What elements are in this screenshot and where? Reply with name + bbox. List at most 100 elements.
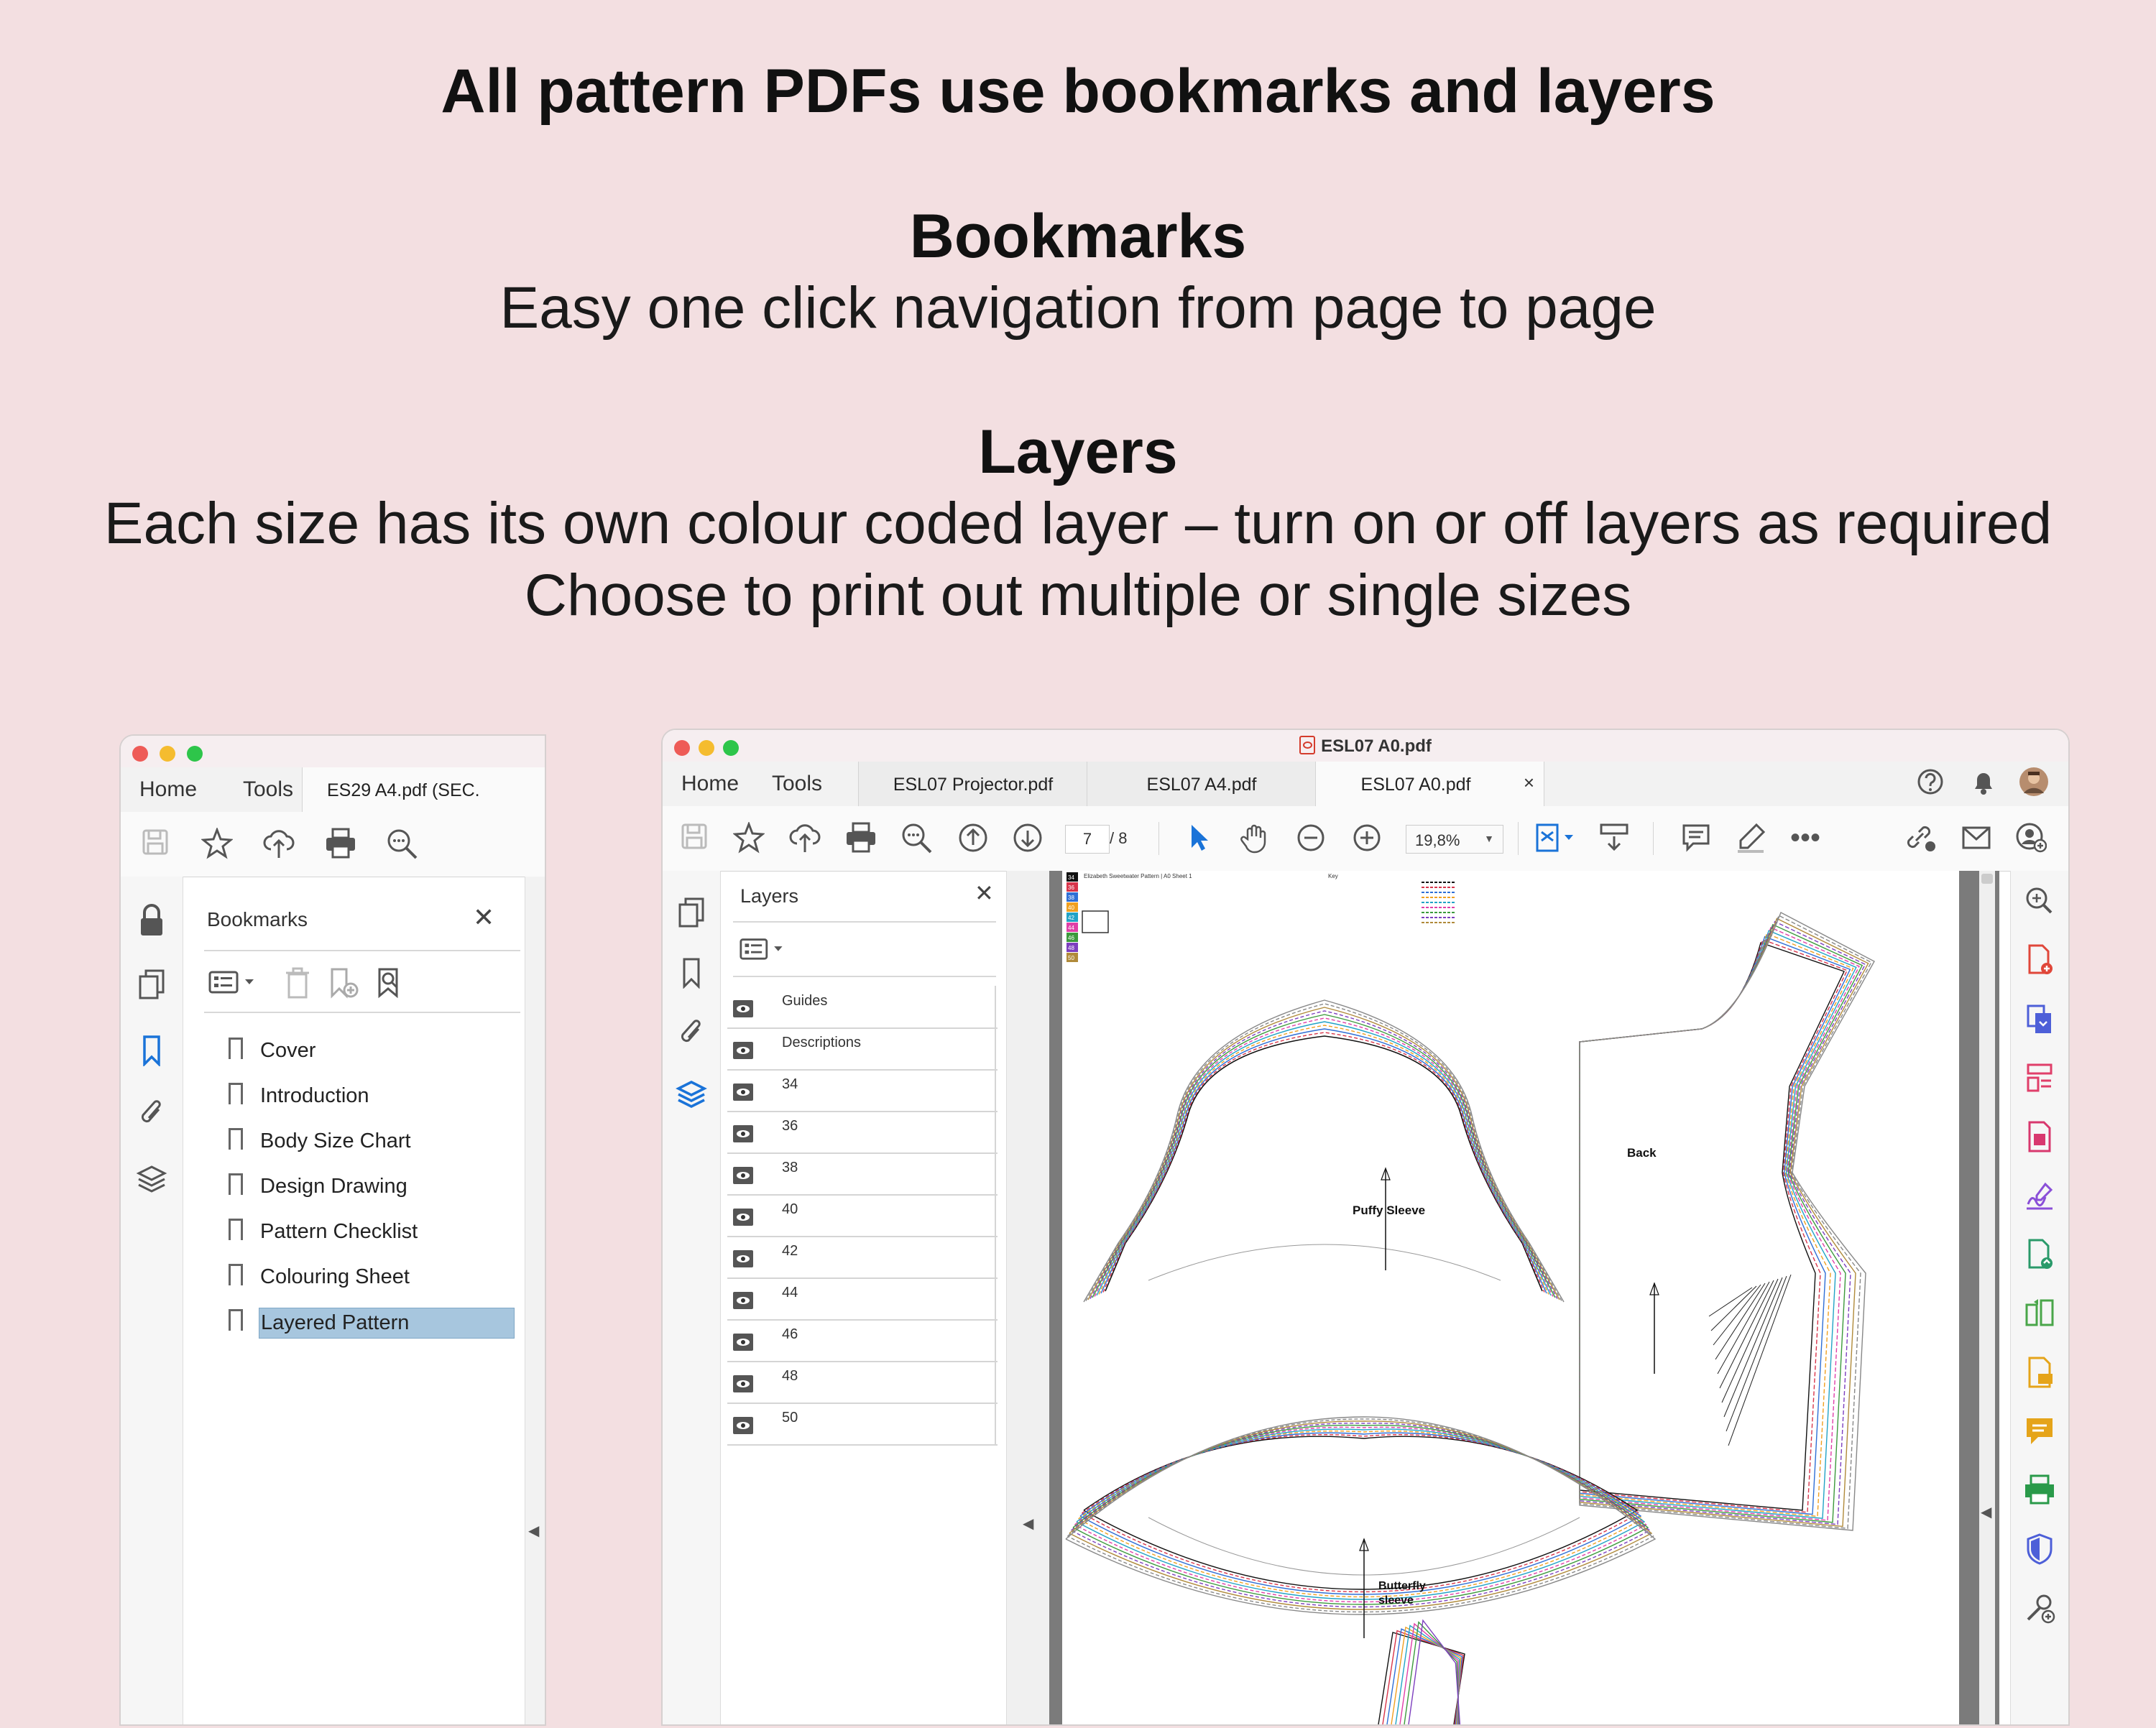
home-tab[interactable]: Home	[681, 772, 739, 796]
options-menu-icon[interactable]	[206, 967, 263, 996]
lock-icon[interactable]	[134, 902, 169, 944]
next-page-icon[interactable]	[1010, 822, 1045, 854]
export-pdf-icon[interactable]	[2022, 1002, 2057, 1036]
bookmark-icon[interactable]	[674, 957, 709, 996]
organize-pages-icon[interactable]	[2022, 1061, 2057, 1095]
eye-icon[interactable]	[733, 1375, 753, 1392]
document-tab-active[interactable]: ESL07 A0.pdf ×	[1315, 762, 1544, 806]
fill-sign-icon[interactable]	[2022, 1178, 2057, 1213]
layer-row-size[interactable]: 42	[727, 1236, 998, 1279]
collapse-arrow-icon[interactable]: ◀	[528, 1522, 539, 1540]
zoom-search-icon[interactable]	[385, 828, 420, 859]
minimize-window-button[interactable]	[160, 746, 175, 762]
layer-row-size[interactable]: 38	[727, 1152, 998, 1196]
layer-row-size[interactable]: 50	[727, 1403, 998, 1446]
help-icon[interactable]	[1913, 767, 1948, 796]
pages-icon[interactable]	[134, 969, 169, 1007]
print-production-icon[interactable]	[2022, 1473, 2057, 1507]
zoom-in-icon[interactable]	[1350, 822, 1384, 854]
new-bookmark-icon[interactable]	[326, 967, 361, 999]
layers-icon[interactable]	[134, 1164, 169, 1203]
panel-splitter[interactable]: ◀	[525, 877, 545, 1724]
pages-icon[interactable]	[674, 897, 709, 935]
eye-icon[interactable]	[733, 1000, 753, 1017]
document-tab[interactable]: ES29 A4.pdf (SEC.	[302, 767, 545, 812]
eye-icon[interactable]	[733, 1209, 753, 1226]
page-number-input[interactable]	[1065, 825, 1110, 854]
layers-icon[interactable]	[674, 1079, 709, 1118]
comment-tool-icon[interactable]	[2022, 1355, 2057, 1390]
scroll-mode-icon[interactable]	[1597, 822, 1631, 854]
layer-row-size[interactable]: 44	[727, 1277, 998, 1321]
attachment-icon[interactable]	[134, 1098, 169, 1137]
eye-icon[interactable]	[733, 1125, 753, 1142]
eye-icon[interactable]	[733, 1167, 753, 1184]
eye-icon[interactable]	[733, 1292, 753, 1309]
hand-tool-icon[interactable]	[1238, 822, 1272, 854]
select-cursor-icon[interactable]	[1181, 822, 1216, 854]
cloud-upload-icon[interactable]	[788, 822, 822, 854]
protect-shield-icon[interactable]	[2022, 1532, 2057, 1566]
eye-icon[interactable]	[733, 1417, 753, 1434]
eye-icon[interactable]	[733, 1084, 753, 1101]
send-for-review-icon[interactable]	[2022, 1237, 2057, 1272]
home-tab[interactable]: Home	[139, 777, 197, 802]
star-icon[interactable]	[200, 828, 234, 859]
scrollbar-thumb[interactable]	[1981, 874, 1993, 884]
share-link-icon[interactable]	[1903, 822, 1938, 854]
previous-page-icon[interactable]	[956, 822, 990, 854]
highlight-pen-icon[interactable]	[1733, 822, 1768, 854]
layer-row-size[interactable]: 46	[727, 1319, 998, 1362]
layer-row-size[interactable]: 40	[727, 1194, 998, 1237]
add-user-icon[interactable]	[2014, 822, 2048, 854]
zoom-out-icon[interactable]	[1294, 822, 1328, 854]
eye-icon[interactable]	[733, 1334, 753, 1351]
layer-row-descriptions[interactable]: Descriptions	[727, 1027, 998, 1071]
cloud-upload-icon[interactable]	[262, 828, 296, 859]
create-pdf-icon[interactable]	[2022, 943, 2057, 977]
panel-splitter[interactable]: ◀	[1006, 871, 1051, 1724]
layer-row-guides[interactable]: Guides	[727, 986, 998, 1029]
delete-bookmark-icon[interactable]	[280, 967, 315, 999]
customize-tools-icon[interactable]	[2022, 1591, 2057, 1625]
layer-row-size[interactable]: 34	[727, 1069, 998, 1112]
zoom-level-dropdown[interactable]: 19,8% ▼	[1406, 825, 1503, 854]
close-panel-icon[interactable]: ✕	[975, 879, 994, 907]
avatar[interactable]	[2017, 766, 2051, 798]
document-tab[interactable]: ESL07 A4.pdf	[1087, 762, 1316, 806]
search-zoom-icon[interactable]	[2022, 884, 2057, 918]
more-options-icon[interactable]: •••	[1788, 822, 1823, 854]
comment-icon[interactable]	[1679, 822, 1713, 854]
vertical-scrollbar[interactable]	[1979, 871, 1995, 1724]
print-icon[interactable]	[323, 828, 358, 859]
eye-icon[interactable]	[733, 1042, 753, 1059]
sticky-note-icon[interactable]	[2022, 1414, 2057, 1449]
fit-page-icon[interactable]	[1529, 822, 1580, 854]
zoom-window-button[interactable]	[187, 746, 203, 762]
layer-row-size[interactable]: 36	[727, 1111, 998, 1154]
find-bookmark-icon[interactable]	[374, 967, 408, 999]
compare-files-icon[interactable]	[2022, 1296, 2057, 1331]
document-tab[interactable]: ESL07 Projector.pdf	[858, 762, 1087, 806]
collapse-arrow-icon[interactable]: ◀	[1981, 1503, 1991, 1521]
print-icon[interactable]	[844, 822, 878, 854]
collapse-arrow-icon[interactable]: ◀	[1023, 1515, 1033, 1533]
close-tab-icon[interactable]: ×	[1524, 772, 1534, 794]
bell-icon[interactable]	[1966, 767, 2001, 796]
tools-tab[interactable]: Tools	[243, 777, 293, 802]
tools-tab[interactable]: Tools	[772, 772, 822, 796]
close-panel-icon[interactable]: ✕	[473, 902, 494, 933]
attachment-icon[interactable]	[674, 1017, 709, 1056]
close-window-button[interactable]	[132, 746, 148, 762]
eye-icon[interactable]	[733, 1250, 753, 1267]
save-icon[interactable]	[677, 822, 711, 851]
document-view[interactable]: 34 36 38 40 42 44 46 48 50 Elizabeth Sweetwater …	[1049, 871, 1999, 1725]
layer-row-size[interactable]: 48	[727, 1361, 998, 1404]
edit-pdf-icon[interactable]	[2022, 1119, 2057, 1154]
email-icon[interactable]	[1959, 822, 1994, 854]
star-icon[interactable]	[732, 822, 766, 854]
save-icon[interactable]	[138, 828, 172, 856]
bookmark-icon[interactable]	[134, 1035, 169, 1073]
zoom-search-icon[interactable]	[900, 822, 934, 854]
options-menu-icon[interactable]	[737, 934, 791, 963]
